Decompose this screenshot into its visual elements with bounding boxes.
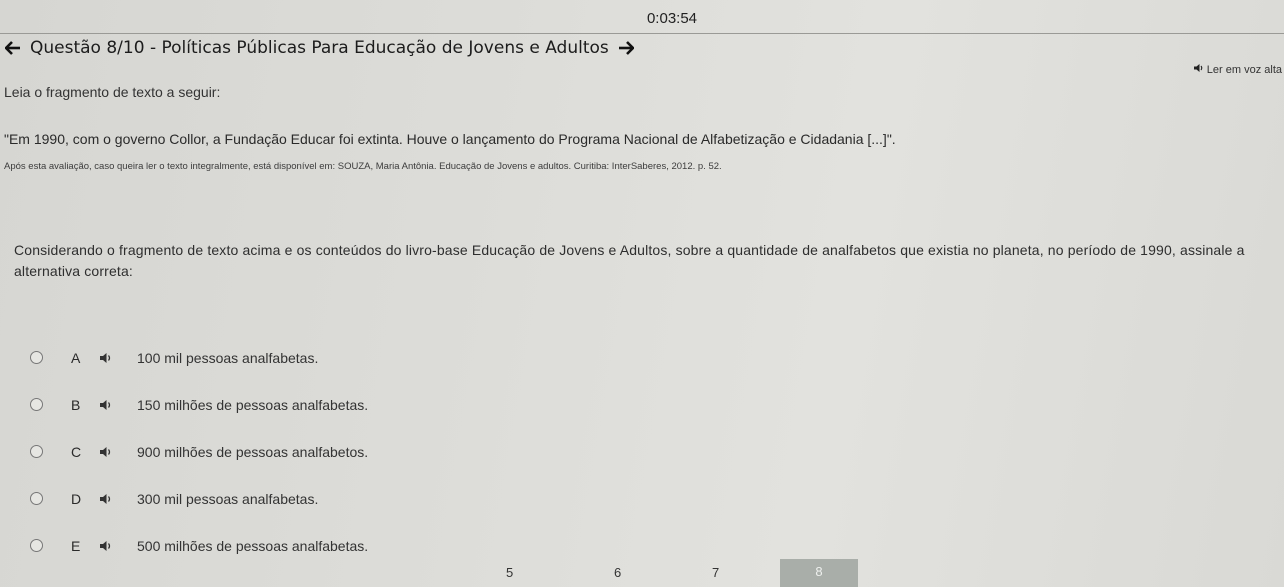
radio-button[interactable]	[30, 539, 43, 552]
question-text: Considerando o fragmento de texto acima …	[14, 242, 1245, 279]
read-aloud-label: Ler em voz alta	[1206, 63, 1282, 76]
arrow-right-icon[interactable]	[617, 39, 635, 57]
option-a[interactable]: A 100 mil pessoas analfabetas.	[30, 334, 368, 381]
option-b[interactable]: B 150 milhões de pessoas analfabetas.	[30, 381, 368, 428]
option-text: 900 milhões de pessoas analfabetos.	[137, 443, 369, 460]
option-letter: A	[71, 349, 81, 366]
radio-button[interactable]	[30, 398, 43, 411]
option-text: 100 mil pessoas analfabetas.	[137, 349, 319, 366]
page-5[interactable]: 5	[506, 565, 513, 580]
option-text: 150 milhões de pessoas analfabetas.	[137, 396, 369, 413]
arrow-left-icon[interactable]	[4, 39, 22, 57]
divider	[0, 33, 1284, 34]
option-letter: C	[71, 443, 82, 460]
page-8-current[interactable]: 8	[780, 559, 858, 587]
page-7[interactable]: 7	[712, 565, 719, 580]
pagination: 5 6 7 8	[0, 559, 1284, 587]
question-header: Questão 8/10 - Políticas Públicas Para E…	[4, 38, 635, 58]
question-title: Questão 8/10 - Políticas Públicas Para E…	[30, 38, 609, 58]
source-citation: Após esta avaliação, caso queira ler o t…	[4, 161, 722, 172]
option-letter: B	[71, 396, 81, 413]
speaker-icon[interactable]	[99, 492, 115, 506]
intro-text: Leia o fragmento de texto a seguir:	[4, 84, 221, 100]
read-aloud-button[interactable]: Ler em voz alta	[1193, 63, 1282, 76]
radio-button[interactable]	[30, 351, 43, 364]
speaker-icon[interactable]	[99, 445, 115, 459]
option-text: 500 milhões de pessoas analfabetas.	[137, 537, 369, 554]
speaker-icon[interactable]	[99, 398, 115, 412]
option-letter: D	[71, 490, 82, 507]
option-letter: E	[71, 537, 81, 554]
timer: 0:03:54	[646, 10, 698, 27]
quote-text: "Em 1990, com o governo Collor, a Fundaç…	[4, 131, 896, 147]
radio-button[interactable]	[30, 445, 43, 458]
speaker-icon[interactable]	[99, 351, 115, 365]
option-c[interactable]: C 900 milhões de pessoas analfabetos.	[30, 428, 368, 475]
option-text: 300 mil pessoas analfabetas.	[137, 490, 319, 507]
answer-options: A 100 mil pessoas analfabetas. B 150 mil…	[30, 334, 368, 569]
option-d[interactable]: D 300 mil pessoas analfabetas.	[30, 475, 368, 522]
page-6[interactable]: 6	[614, 565, 621, 580]
speaker-icon	[1193, 63, 1204, 76]
radio-button[interactable]	[30, 492, 43, 505]
speaker-icon[interactable]	[99, 539, 115, 553]
